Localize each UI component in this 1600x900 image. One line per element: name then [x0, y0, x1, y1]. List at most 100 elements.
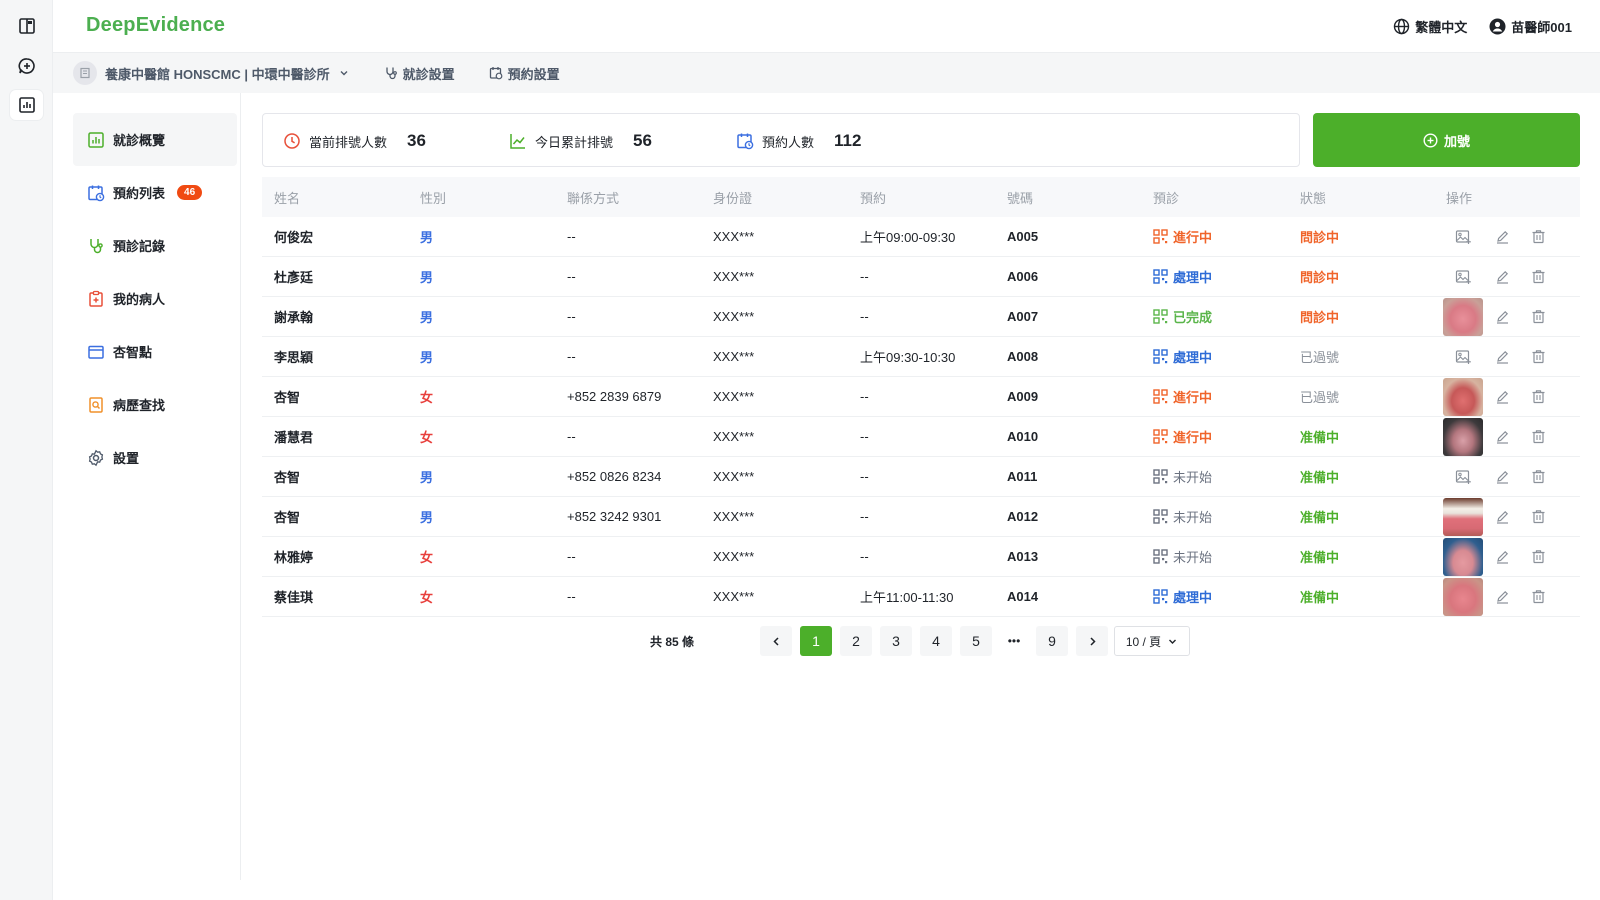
edit-icon[interactable]: [1484, 269, 1520, 284]
column-header: 操作: [1446, 190, 1473, 206]
table-row[interactable]: 蔡佳琪 女 -- XXX*** 上午11:00-11:30 A014 處理中 准…: [262, 577, 1580, 617]
nav-item-record-search[interactable]: 病歷查找: [73, 378, 237, 431]
stat-current-queue: 當前排號人數 36: [283, 114, 426, 168]
table-row[interactable]: 謝承翰 男 -- XXX*** -- A007 已完成 問診中: [262, 297, 1580, 337]
booking-settings-link[interactable]: 預約設置: [489, 64, 560, 83]
row-actions: [1426, 377, 1556, 416]
add-image-icon[interactable]: [1445, 469, 1481, 485]
prediagnosis-status[interactable]: 未开始: [1153, 537, 1212, 576]
prediagnosis-status[interactable]: 已完成: [1153, 297, 1212, 336]
booking-time: 上午11:00-11:30: [860, 590, 954, 605]
prediagnosis-status[interactable]: 未开始: [1153, 457, 1212, 496]
previous-page-button[interactable]: [760, 626, 792, 656]
globe-icon: [1394, 18, 1410, 35]
language-switcher[interactable]: 繁體中文: [1393, 17, 1467, 36]
calendar-clock-icon: [88, 185, 105, 201]
dashboard-icon[interactable]: [10, 90, 43, 120]
delete-icon[interactable]: [1520, 309, 1556, 324]
nav-item-points[interactable]: 杏智點: [73, 325, 237, 378]
delete-icon[interactable]: [1520, 389, 1556, 404]
patient-name[interactable]: 林雅婷: [274, 537, 313, 576]
user-menu[interactable]: 苗醫師001: [1489, 17, 1572, 36]
prediagnosis-status[interactable]: 處理中: [1153, 257, 1212, 296]
prediagnosis-status[interactable]: 進行中: [1153, 377, 1212, 416]
patient-name[interactable]: 杏智: [274, 497, 300, 536]
prediagnosis-status[interactable]: 處理中: [1153, 337, 1212, 376]
edit-icon[interactable]: [1484, 509, 1520, 524]
nav-item-booking-list[interactable]: 預約列表 46: [73, 166, 237, 219]
patient-contact: +852 0826 8234: [567, 469, 662, 484]
nav-item-settings[interactable]: 設置: [73, 431, 237, 484]
prediagnosis-status[interactable]: 未开始: [1153, 497, 1212, 536]
table-row[interactable]: 李思穎 男 -- XXX*** 上午09:30-10:30 A008 處理中 已…: [262, 337, 1580, 377]
table-row[interactable]: 杏智 女 +852 2839 6879 XXX*** -- A009 進行中 已…: [262, 377, 1580, 417]
patient-name[interactable]: 杏智: [274, 377, 300, 416]
patient-name[interactable]: 杜彥廷: [274, 257, 313, 296]
edit-icon[interactable]: [1484, 389, 1520, 404]
edit-icon[interactable]: [1484, 229, 1520, 244]
patient-name[interactable]: 謝承翰: [274, 297, 313, 336]
delete-icon[interactable]: [1520, 509, 1556, 524]
table-row[interactable]: 何俊宏 男 -- XXX*** 上午09:00-09:30 A005 進行中 問…: [262, 217, 1580, 257]
nav-item-my-patients[interactable]: 我的病人: [73, 272, 237, 325]
delete-icon[interactable]: [1520, 589, 1556, 604]
patient-name[interactable]: 何俊宏: [274, 217, 313, 256]
edit-icon[interactable]: [1484, 469, 1520, 484]
page-button[interactable]: 4: [920, 626, 952, 656]
delete-icon[interactable]: [1520, 429, 1556, 444]
prediagnosis-status[interactable]: 進行中: [1153, 417, 1212, 456]
prediagnosis-label: 未开始: [1173, 470, 1213, 485]
patient-contact: --: [567, 429, 576, 444]
delete-icon[interactable]: [1520, 469, 1556, 484]
table-row[interactable]: 杏智 男 +852 0826 8234 XXX*** -- A011 未开始 准…: [262, 457, 1580, 497]
edit-icon[interactable]: [1484, 349, 1520, 364]
tongue-photo-thumbnail[interactable]: [1443, 297, 1483, 336]
tongue-photo-thumbnail[interactable]: [1443, 537, 1483, 576]
page-button[interactable]: 5: [960, 626, 992, 656]
edit-icon[interactable]: [1484, 589, 1520, 604]
edit-icon[interactable]: [1484, 309, 1520, 324]
clinic-selector[interactable]: 養康中醫館 HONSCMC | 中環中醫診所: [73, 61, 350, 85]
table-row[interactable]: 杏智 男 +852 3242 9301 XXX*** -- A012 未开始 准…: [262, 497, 1580, 537]
booking-settings-label: 預約設置: [507, 66, 560, 82]
tongue-photo-thumbnail[interactable]: [1443, 577, 1483, 616]
table-row[interactable]: 林雅婷 女 -- XXX*** -- A013 未开始 准備中: [262, 537, 1580, 577]
prediagnosis-status[interactable]: 處理中: [1153, 577, 1212, 616]
queue-number: A014: [1007, 589, 1039, 604]
delete-icon[interactable]: [1520, 269, 1556, 284]
nav-item-visit-overview[interactable]: 就診概覽: [73, 113, 237, 166]
tongue-photo-thumbnail[interactable]: [1443, 497, 1483, 536]
toggle-sidebar-icon[interactable]: [10, 11, 43, 41]
calendar-clock-icon: [737, 133, 754, 150]
page-button[interactable]: 3: [880, 626, 912, 656]
nav-item-prediagnosis-records[interactable]: 預診記錄: [73, 219, 237, 272]
row-actions: [1426, 537, 1556, 576]
add-number-button[interactable]: 加號: [1313, 113, 1580, 167]
add-image-icon[interactable]: [1445, 269, 1481, 285]
page-button[interactable]: 9: [1036, 626, 1068, 656]
page-button[interactable]: 1: [800, 626, 832, 656]
patient-gender: 男: [420, 350, 434, 365]
edit-icon[interactable]: [1484, 429, 1520, 444]
add-image-icon[interactable]: [1445, 349, 1481, 365]
prediagnosis-status[interactable]: 進行中: [1153, 217, 1212, 256]
visit-settings-link[interactable]: 就診設置: [384, 64, 455, 83]
queue-number: A006: [1007, 269, 1039, 284]
delete-icon[interactable]: [1520, 229, 1556, 244]
delete-icon[interactable]: [1520, 549, 1556, 564]
tongue-photo-thumbnail[interactable]: [1443, 377, 1483, 416]
patient-name[interactable]: 杏智: [274, 457, 300, 496]
table-row[interactable]: 潘慧君 女 -- XXX*** -- A010 進行中 准備中: [262, 417, 1580, 457]
tongue-photo-thumbnail[interactable]: [1443, 417, 1483, 456]
patient-name[interactable]: 李思穎: [274, 337, 313, 376]
patient-name[interactable]: 潘慧君: [274, 417, 313, 456]
table-row[interactable]: 杜彥廷 男 -- XXX*** -- A006 處理中 問診中: [262, 257, 1580, 297]
next-page-button[interactable]: [1076, 626, 1108, 656]
page-button[interactable]: 2: [840, 626, 872, 656]
edit-icon[interactable]: [1484, 549, 1520, 564]
delete-icon[interactable]: [1520, 349, 1556, 364]
new-chat-icon[interactable]: [10, 51, 43, 81]
patient-name[interactable]: 蔡佳琪: [274, 577, 313, 616]
add-image-icon[interactable]: [1445, 229, 1481, 245]
page-size-select[interactable]: 10 / 頁: [1114, 626, 1190, 656]
